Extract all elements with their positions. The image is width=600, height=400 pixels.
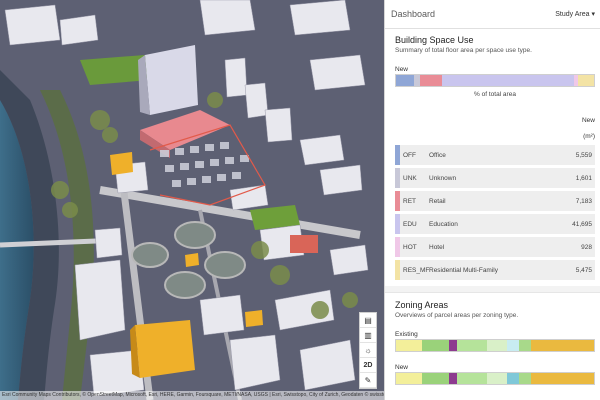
zoning-existing-bar[interactable] [395,339,595,352]
column-header-unit: (m²) [583,133,595,140]
segment-residential[interactable] [578,75,594,86]
segment-office[interactable] [396,75,414,86]
space-use-rows: OFF Office 5,559 UNK Unknown 1,601 RET R… [395,145,595,280]
row-value: 1,601 [575,174,592,182]
bar-label-existing: Existing [395,331,418,338]
swatch [395,237,400,257]
table-row[interactable]: EDU Education 41,695 [395,214,595,234]
row-name: Unknown [429,174,457,182]
row-value: 5,475 [575,266,592,274]
section-title: Building Space Use [395,35,474,45]
study-area-dropdown[interactable]: Study Area ▾ [555,10,595,19]
row-code: RET [403,197,416,205]
row-code: RES_MF [403,266,430,274]
row-value: 928 [581,243,592,251]
swatch [395,191,400,211]
row-code: HOT [403,243,417,251]
building-space-use-section: Building Space Use Summary of total floo… [385,29,600,102]
table-row[interactable]: RET Retail 7,183 [395,191,595,211]
row-value: 7,183 [575,197,592,205]
tall-building [145,45,198,115]
row-name: Hotel [429,243,445,251]
section-title: Zoning Areas [395,300,449,310]
panel-header: Dashboard Study Area ▾ [385,0,600,29]
table-row[interactable]: OFF Office 5,559 [395,145,595,165]
map-toolbar: ▤ ▥ ☼ 2D ✎ [359,312,377,389]
highlight-building [110,152,133,175]
axis-label: % of total area [474,91,516,98]
section-description: Summary of total floor area per space us… [395,47,532,54]
bar-label-new: New [395,364,409,371]
table-row[interactable]: HOT Hotel 928 [395,237,595,257]
row-name: Residential Multi-Family [429,266,498,274]
section-description: Overviews of parcel areas per zoning typ… [395,312,519,319]
swatch [395,168,400,188]
edit-icon[interactable]: ✎ [360,373,376,388]
column-header-new: New [581,117,595,124]
dashboard-title: Dashboard [391,9,436,19]
layers-icon[interactable]: ▤ [360,313,376,328]
row-name: Retail [429,197,446,205]
segment-education[interactable] [441,75,575,86]
column-header: New (m²) [395,116,595,142]
row-code: OFF [403,151,416,159]
study-area-label: Study Area [555,10,590,18]
table-row[interactable]: UNK Unknown 1,601 [395,168,595,188]
map-scene [0,0,384,400]
row-name: Education [429,220,458,228]
zoning-areas-section: Zoning Areas Overviews of parcel areas p… [385,292,600,400]
dashboard-panel: Dashboard Study Area ▾ Building Space Us… [384,0,600,400]
row-code: EDU [403,220,417,228]
swatch [395,214,400,234]
space-use-table: New (m²) OFF Office 5,559 UNK Unknown 1,… [385,102,600,286]
segment-retail[interactable] [419,75,442,86]
row-code: UNK [403,174,417,182]
scene-map-view[interactable]: ▤ ▥ ☼ 2D ✎ Esri Community Maps Contribut… [0,0,384,400]
bar-label-new: New [395,66,409,73]
zoning-new-bar[interactable] [395,372,595,385]
row-value: 5,559 [575,151,592,159]
map-attribution: Esri Community Maps Contributors, © Open… [0,391,384,400]
row-name: Office [429,151,446,159]
table-row[interactable]: RES_MF Residential Multi-Family 5,475 [395,260,595,280]
daylight-icon[interactable]: ☼ [360,343,376,358]
swatch [395,145,400,165]
view-2d-button[interactable]: 2D [360,358,376,373]
measure-icon[interactable]: ▥ [360,328,376,343]
space-use-stacked-bar[interactable] [395,74,595,87]
swatch [395,260,400,280]
row-value: 41,695 [572,220,592,228]
caret-down-icon: ▾ [591,11,595,18]
